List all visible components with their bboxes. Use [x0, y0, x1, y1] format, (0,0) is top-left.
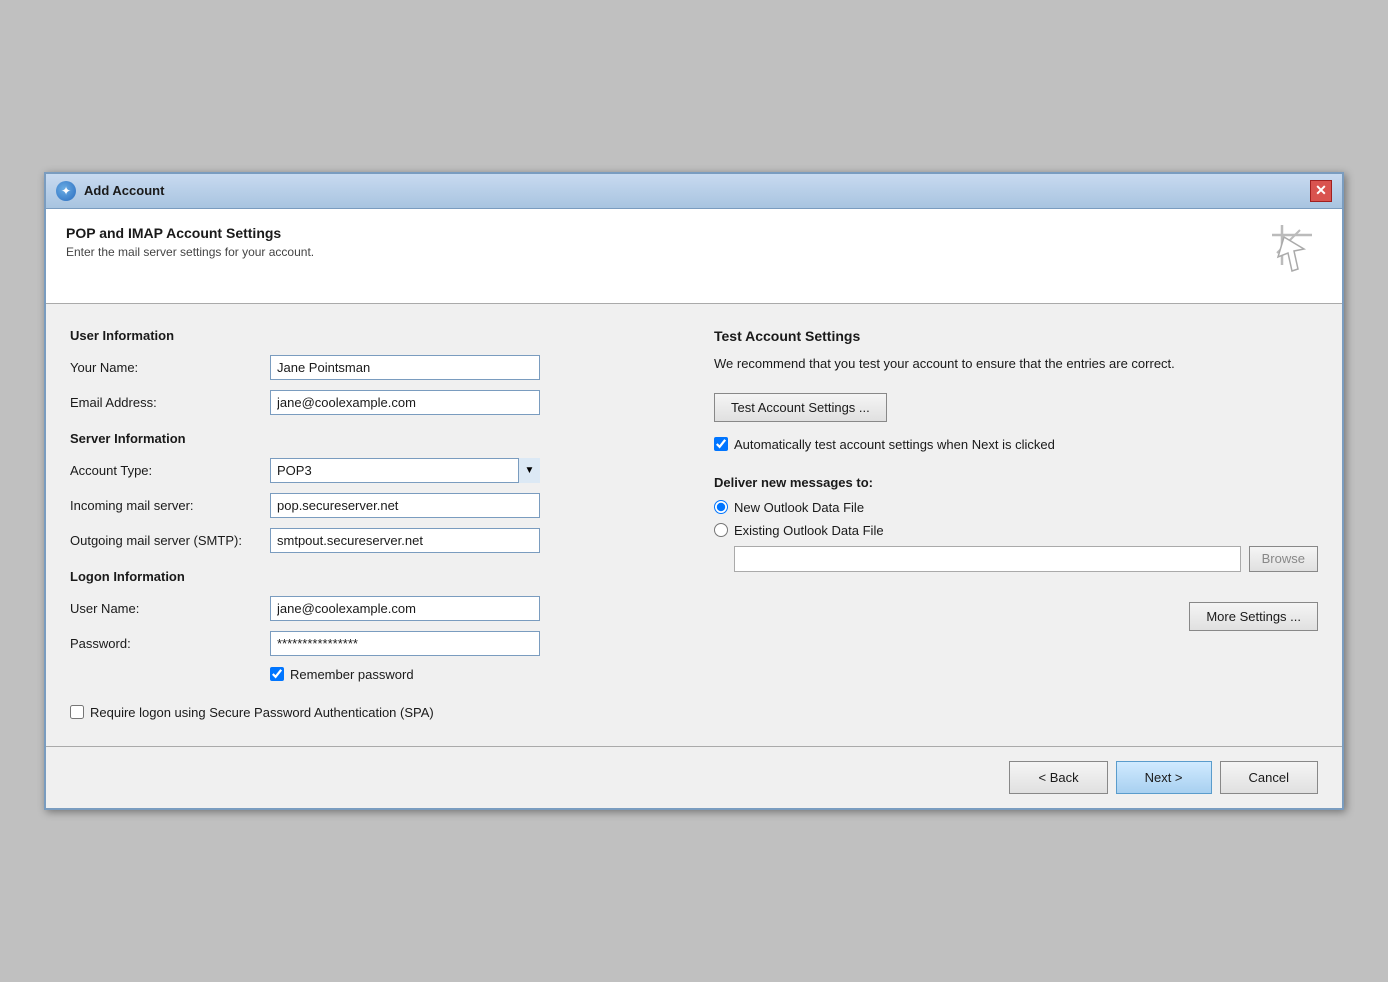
new-outlook-row: New Outlook Data File: [714, 500, 1318, 515]
spa-label: Require logon using Secure Password Auth…: [90, 704, 434, 722]
username-row: User Name:: [70, 596, 674, 621]
auto-test-checkbox[interactable]: [714, 437, 728, 451]
next-button[interactable]: Next >: [1116, 761, 1212, 794]
spa-checkbox[interactable]: [70, 705, 84, 719]
right-panel: Test Account Settings We recommend that …: [714, 328, 1318, 722]
server-info-title: Server Information: [70, 431, 674, 446]
your-name-label: Your Name:: [70, 360, 270, 375]
outgoing-label: Outgoing mail server (SMTP):: [70, 533, 270, 548]
title-bar-left: ✦ Add Account: [56, 181, 164, 201]
password-row: Password:: [70, 631, 674, 656]
test-description: We recommend that you test your account …: [714, 354, 1318, 374]
cancel-button[interactable]: Cancel: [1220, 761, 1318, 794]
close-button[interactable]: ✕: [1310, 180, 1332, 202]
back-button[interactable]: < Back: [1009, 761, 1107, 794]
test-account-button[interactable]: Test Account Settings ...: [714, 393, 887, 422]
footer: < Back Next > Cancel: [46, 746, 1342, 808]
remember-password-label: Remember password: [290, 666, 414, 684]
deliver-title: Deliver new messages to:: [714, 475, 1318, 490]
test-account-title: Test Account Settings: [714, 328, 1318, 344]
email-input[interactable]: [270, 390, 540, 415]
window-title: Add Account: [84, 183, 164, 198]
more-settings-row: More Settings ...: [714, 602, 1318, 631]
remember-password-checkbox[interactable]: [270, 667, 284, 681]
remember-password-row: Remember password: [270, 666, 674, 684]
incoming-input[interactable]: [270, 493, 540, 518]
incoming-server-row: Incoming mail server:: [70, 493, 674, 518]
window-icon: ✦: [56, 181, 76, 201]
spa-row: Require logon using Secure Password Auth…: [70, 704, 674, 722]
username-input[interactable]: [270, 596, 540, 621]
new-outlook-radio[interactable]: [714, 500, 728, 514]
header-text: POP and IMAP Account Settings Enter the …: [66, 225, 314, 259]
email-label: Email Address:: [70, 395, 270, 410]
auto-test-row: Automatically test account settings when…: [714, 436, 1318, 454]
username-label: User Name:: [70, 601, 270, 616]
outgoing-input[interactable]: [270, 528, 540, 553]
file-path-row: Browse: [734, 546, 1318, 572]
user-info-title: User Information: [70, 328, 674, 343]
password-input[interactable]: [270, 631, 540, 656]
cursor-icon: [1272, 225, 1322, 287]
logon-info-title: Logon Information: [70, 569, 674, 584]
main-content: User Information Your Name: Email Addres…: [46, 304, 1342, 746]
account-type-select[interactable]: POP3 IMAP: [270, 458, 540, 483]
header-subtitle: Enter the mail server settings for your …: [66, 245, 314, 259]
header-section: POP and IMAP Account Settings Enter the …: [46, 209, 1342, 304]
outgoing-server-row: Outgoing mail server (SMTP):: [70, 528, 674, 553]
incoming-label: Incoming mail server:: [70, 498, 270, 513]
account-type-wrapper: POP3 IMAP ▼: [270, 458, 540, 483]
your-name-row: Your Name:: [70, 355, 674, 380]
existing-outlook-label: Existing Outlook Data File: [734, 523, 884, 538]
auto-test-label: Automatically test account settings when…: [734, 436, 1055, 454]
account-type-row: Account Type: POP3 IMAP ▼: [70, 458, 674, 483]
file-path-input[interactable]: [734, 546, 1241, 572]
more-settings-button[interactable]: More Settings ...: [1189, 602, 1318, 631]
account-type-label: Account Type:: [70, 463, 270, 478]
email-row: Email Address:: [70, 390, 674, 415]
your-name-input[interactable]: [270, 355, 540, 380]
password-label: Password:: [70, 636, 270, 651]
add-account-window: ✦ Add Account ✕ POP and IMAP Account Set…: [44, 172, 1344, 810]
new-outlook-label: New Outlook Data File: [734, 500, 864, 515]
browse-button[interactable]: Browse: [1249, 546, 1318, 572]
existing-outlook-row: Existing Outlook Data File: [714, 523, 1318, 538]
header-title: POP and IMAP Account Settings: [66, 225, 314, 241]
left-panel: User Information Your Name: Email Addres…: [70, 328, 674, 722]
title-bar: ✦ Add Account ✕: [46, 174, 1342, 209]
existing-outlook-radio[interactable]: [714, 523, 728, 537]
